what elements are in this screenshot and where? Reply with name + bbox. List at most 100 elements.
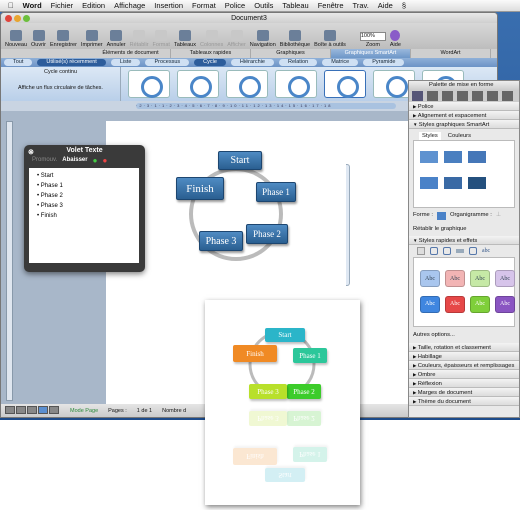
category-button[interactable]: Tout: [4, 59, 33, 66]
menu-outils[interactable]: Outils: [254, 1, 273, 10]
palette-tab-icon[interactable]: [472, 91, 483, 101]
remove-shape-icon[interactable]: ●: [102, 156, 107, 165]
menu-affichage[interactable]: Affichage: [114, 1, 145, 10]
palette-section[interactable]: Habillage: [409, 352, 519, 361]
zoom-control[interactable]: 100% Zoom: [359, 32, 386, 48]
menu-word[interactable]: Word: [23, 1, 42, 10]
quick-style-swatch[interactable]: Abc: [445, 270, 465, 287]
palette-tab-icon[interactable]: [457, 91, 468, 101]
palette-tab-icon[interactable]: [487, 91, 498, 101]
quick-style-swatch[interactable]: Abc: [470, 295, 490, 313]
toolbar-button-tableaux[interactable]: Tableaux: [174, 30, 196, 48]
section-smartart-styles[interactable]: Styles graphiques SmartArt: [409, 120, 519, 129]
quick-style-tab[interactable]: [430, 247, 438, 255]
category-button[interactable]: Hiérarchie: [230, 59, 274, 66]
list-item[interactable]: Start: [37, 171, 131, 181]
element-tab[interactable]: Graphiques: [251, 49, 331, 58]
more-options-button[interactable]: Autres options...: [409, 327, 519, 343]
quick-style-tab[interactable]: [443, 247, 451, 255]
minimize-button[interactable]: [14, 15, 21, 22]
palette-section[interactable]: Marges de document: [409, 388, 519, 397]
toolbar-button-imprimer[interactable]: Imprimer: [81, 30, 103, 48]
help-button[interactable]: Aide: [390, 30, 401, 48]
section-alignment[interactable]: Alignement et espacement: [409, 111, 519, 120]
vertical-ruler[interactable]: [6, 121, 13, 401]
quick-style-tab-text[interactable]: abc: [482, 248, 490, 254]
notebook-view-button[interactable]: [49, 406, 59, 414]
category-button[interactable]: Liste: [110, 59, 141, 66]
toolbar-button-format[interactable]: Format: [153, 30, 170, 48]
category-button[interactable]: Processus: [145, 59, 190, 66]
org-chart-dropdown[interactable]: ⊥: [496, 212, 501, 220]
tab-styles[interactable]: Styles: [419, 132, 441, 140]
toolbar-button-annuler[interactable]: Annuler: [107, 30, 126, 48]
category-button[interactable]: Matrice: [322, 59, 359, 66]
toolbar-button-ouvrir[interactable]: Ouvrir: [31, 30, 46, 48]
layout-thumbnail[interactable]: [226, 70, 268, 98]
script-icon[interactable]: §: [402, 1, 406, 10]
toolbar-button-bibliothèque[interactable]: Bibliothèque: [280, 30, 310, 48]
menu-fichier[interactable]: Fichier: [51, 1, 74, 10]
draft-view-button[interactable]: [5, 406, 15, 414]
palette-tab-icon[interactable]: [412, 91, 423, 101]
demote-button[interactable]: Abaisser: [62, 157, 87, 163]
diagram-node-phase3[interactable]: Phase 3: [199, 231, 243, 251]
zoom-button[interactable]: [23, 15, 30, 22]
apple-icon[interactable]: : [8, 1, 14, 10]
quick-style-swatch[interactable]: Abc: [420, 295, 440, 313]
close-button[interactable]: [5, 15, 12, 22]
element-tab[interactable]: WordArt: [411, 49, 491, 58]
toolbar-button-colonnes[interactable]: Colonnes: [200, 30, 223, 48]
toolbar-button-afficher[interactable]: Afficher: [227, 30, 246, 48]
quick-style-swatch[interactable]: Abc: [445, 295, 465, 313]
menu-aide[interactable]: Aide: [378, 1, 393, 10]
menu-insertion[interactable]: Insertion: [154, 1, 183, 10]
quick-style-tab[interactable]: [456, 249, 464, 253]
menu-trav[interactable]: Trav.: [353, 1, 369, 10]
palette-tab-icon[interactable]: [442, 91, 453, 101]
element-tab[interactable]: Tableaux rapides: [171, 49, 251, 58]
toolbar-button-boîte-à-outils[interactable]: Boîte à outils: [314, 30, 346, 48]
quick-style-tab[interactable]: [469, 247, 477, 255]
element-tab[interactable]: Éléments de document: [91, 49, 171, 58]
layout-thumbnail-selected[interactable]: [324, 70, 366, 98]
menu-police[interactable]: Police: [225, 1, 245, 10]
category-button[interactable]: Utilisé(s) récemment: [37, 59, 106, 66]
list-item[interactable]: Phase 2: [37, 191, 131, 201]
toolbar-button-enregistrer[interactable]: Enregistrer: [50, 30, 77, 48]
menu-tableau[interactable]: Tableau: [282, 1, 308, 10]
section-police[interactable]: Police: [409, 102, 519, 111]
toolbar-button-navigation[interactable]: Navigation: [250, 30, 276, 48]
layout-thumbnail[interactable]: [177, 70, 219, 98]
section-quick-styles[interactable]: Styles rapides et effets: [409, 236, 519, 245]
palette-section[interactable]: Taille, rotation et classement: [409, 343, 519, 352]
palette-tab-icon[interactable]: [502, 91, 513, 101]
category-button[interactable]: Cycle: [194, 59, 226, 66]
quick-style-swatch[interactable]: Abc: [495, 295, 515, 313]
layout-thumbnail[interactable]: [275, 70, 317, 98]
palette-section[interactable]: Réflexion: [409, 379, 519, 388]
quick-style-swatch[interactable]: Abc: [470, 270, 490, 287]
palette-tab-icon[interactable]: [427, 91, 438, 101]
smartart-style-grid[interactable]: [413, 140, 515, 208]
diagram-node-phase2[interactable]: Phase 2: [246, 224, 288, 244]
palette-section[interactable]: Thème du document: [409, 397, 519, 406]
menu-fenetre[interactable]: Fenêtre: [318, 1, 344, 10]
promote-button[interactable]: Promouv.: [32, 157, 57, 163]
palette-section[interactable]: Couleurs, épaisseurs et remplissages: [409, 361, 519, 370]
diagram-node-start[interactable]: Start: [218, 151, 262, 170]
list-item[interactable]: Phase 1: [37, 181, 131, 191]
category-button[interactable]: Relation: [279, 59, 318, 66]
list-item[interactable]: Phase 3: [37, 201, 131, 211]
shape-dropdown[interactable]: [436, 212, 446, 220]
publishing-view-button[interactable]: [27, 406, 37, 414]
quick-style-swatch[interactable]: Abc: [495, 270, 515, 287]
element-tab[interactable]: Graphiques SmartArt: [331, 49, 411, 58]
toolbar-button-nouveau[interactable]: Nouveau: [5, 30, 27, 48]
layout-thumbnail[interactable]: [128, 70, 170, 98]
diagram-node-phase1[interactable]: Phase 1: [256, 182, 296, 202]
diagram-node-finish[interactable]: Finish: [176, 177, 224, 200]
tab-couleurs[interactable]: Couleurs: [445, 132, 474, 140]
add-shape-icon[interactable]: ●: [93, 156, 98, 165]
reset-graphic-button[interactable]: Rétablir le graphique: [409, 224, 519, 236]
